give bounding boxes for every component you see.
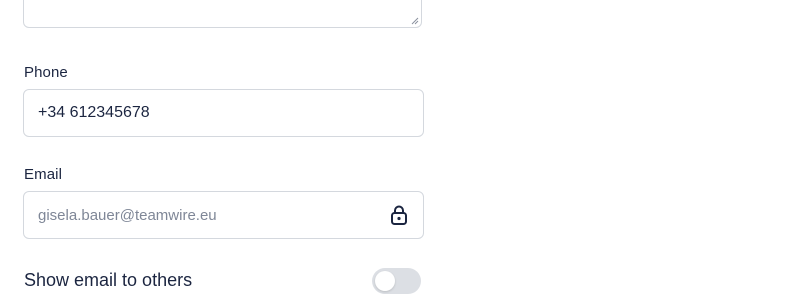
email-field: gisela.bauer@teamwire.eu xyxy=(23,191,424,239)
show-email-toggle[interactable] xyxy=(372,268,421,294)
phone-label: Phone xyxy=(24,64,68,81)
email-value: gisela.bauer@teamwire.eu xyxy=(38,206,217,224)
resize-handle-icon[interactable] xyxy=(411,17,419,25)
phone-input[interactable]: +34 612345678 xyxy=(23,89,424,137)
toggle-knob xyxy=(375,271,395,291)
show-email-label: Show email to others xyxy=(24,270,193,290)
lock-icon xyxy=(391,205,407,225)
description-textarea[interactable] xyxy=(23,0,422,28)
profile-form: Phone +34 612345678 Email gisela.bauer@t… xyxy=(0,0,800,305)
phone-value: +34 612345678 xyxy=(38,104,150,121)
email-label: Email xyxy=(24,166,63,183)
